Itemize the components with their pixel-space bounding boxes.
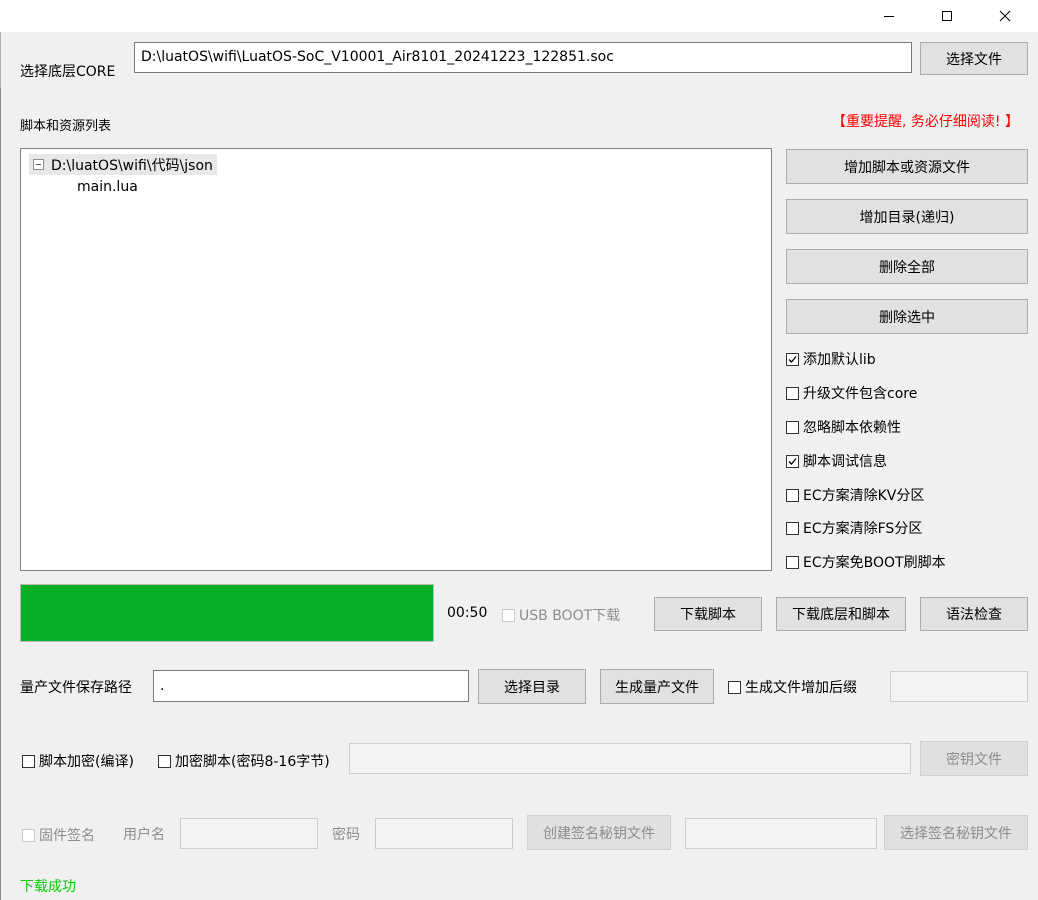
option-ec-clear-fs[interactable]: EC方案清除FS分区 [786,518,922,538]
close-icon [999,10,1011,22]
tree-root-label: D:\luatOS\wifi\代码\json [51,157,213,174]
option-upgrade-include-core[interactable]: 升级文件包含core [786,383,917,403]
option-label: EC方案免BOOT刷脚本 [803,555,946,571]
checkbox-icon [22,754,35,768]
minimize-icon [884,16,894,17]
usb-boot-label: USB BOOT下载 [519,608,621,624]
mass-path-label: 量产文件保存路径 [20,680,132,696]
mass-path-input[interactable]: . [153,670,469,702]
option-ec-clear-kv[interactable]: EC方案清除KV分区 [786,485,924,505]
suffix-label: 生成文件增加后缀 [745,680,857,696]
password-label: 密码 [332,827,360,843]
checkbox-icon [786,555,799,569]
delete-selected-button[interactable]: 删除选中 [786,299,1028,334]
option-label: 忽略脚本依赖性 [803,420,901,436]
tree-item-main-lua[interactable]: main.lua [77,179,138,195]
suffix-checkbox[interactable]: 生成文件增加后缀 [728,677,857,697]
panel-edge [0,88,8,900]
sign-key-path-input[interactable] [685,818,877,849]
maximize-button[interactable] [924,0,970,32]
add-directory-button[interactable]: 增加目录(递归) [786,199,1028,234]
add-script-file-button[interactable]: 增加脚本或资源文件 [786,149,1028,184]
elapsed-time: 00:50 [447,605,488,621]
close-button[interactable] [982,0,1028,32]
important-warning-link[interactable]: 【重要提醒, 务必仔细阅读! 】 [832,111,1019,131]
syntax-check-button[interactable]: 语法检查 [920,597,1028,631]
download-core-and-script-button[interactable]: 下载底层和脚本 [776,597,906,631]
checkbox-icon [786,386,799,400]
select-core-file-button[interactable]: 选择文件 [920,42,1028,75]
tree-root-item[interactable]: D:\luatOS\wifi\代码\json [29,154,217,175]
progress-fill [21,585,433,641]
checkbox-icon [786,521,799,535]
checkbox-icon [728,680,741,694]
sign-password-input[interactable] [375,818,513,849]
option-ec-no-boot[interactable]: EC方案免BOOT刷脚本 [786,552,946,572]
checkbox-icon [786,488,799,502]
download-progress-bar [20,584,434,642]
select-sign-key-button[interactable]: 选择签名秘钥文件 [884,815,1028,850]
checkbox-checked-icon [786,454,799,468]
option-label: 升级文件包含core [803,386,918,402]
encrypt-compile-label: 脚本加密(编译) [39,754,134,770]
maximize-icon [942,11,952,21]
create-sign-key-button[interactable]: 创建签名秘钥文件 [527,815,671,850]
title-bar [0,0,1038,32]
encrypt-password-checkbox[interactable]: 加密脚本(密码8-16字节) [158,751,330,771]
checkbox-icon [502,608,515,622]
option-ignore-dependency[interactable]: 忽略脚本依赖性 [786,417,901,437]
core-label: 选择底层CORE [20,64,116,80]
checkbox-icon [786,420,799,434]
delete-all-button[interactable]: 删除全部 [786,249,1028,284]
checkbox-icon [22,828,35,842]
generate-mass-file-button[interactable]: 生成量产文件 [600,669,714,704]
firmware-sign-checkbox[interactable]: 固件签名 [22,825,95,845]
scripts-tree[interactable]: D:\luatOS\wifi\代码\json main.lua [20,148,772,571]
core-path-input[interactable]: D:\luatOS\wifi\LuatOS-SoC_V10001_Air8101… [134,42,912,73]
encrypt-password-input[interactable] [349,743,911,774]
encrypt-password-label: 加密脚本(密码8-16字节) [175,754,330,770]
usb-boot-checkbox[interactable]: USB BOOT下载 [502,605,620,625]
scripts-list-label: 脚本和资源列表 [20,119,112,134]
option-add-default-lib[interactable]: 添加默认lib [786,349,876,369]
username-input[interactable] [180,818,318,849]
checkbox-checked-icon [786,352,799,366]
select-directory-button[interactable]: 选择目录 [478,669,586,704]
option-label: 添加默认lib [803,352,876,368]
username-label: 用户名 [123,827,165,843]
checkbox-icon [158,754,171,768]
firmware-sign-label: 固件签名 [39,828,95,844]
download-script-button[interactable]: 下载脚本 [654,597,762,631]
key-file-button[interactable]: 密钥文件 [920,741,1028,776]
option-label: EC方案清除FS分区 [803,521,923,537]
suffix-input[interactable] [890,671,1028,702]
status-message: 下载成功 [20,879,76,895]
encrypt-compile-checkbox[interactable]: 脚本加密(编译) [22,751,134,771]
minimize-button[interactable] [866,0,912,32]
option-debug-info[interactable]: 脚本调试信息 [786,451,887,471]
option-label: 脚本调试信息 [803,454,887,470]
option-label: EC方案清除KV分区 [803,488,925,504]
collapse-icon[interactable] [33,159,44,170]
